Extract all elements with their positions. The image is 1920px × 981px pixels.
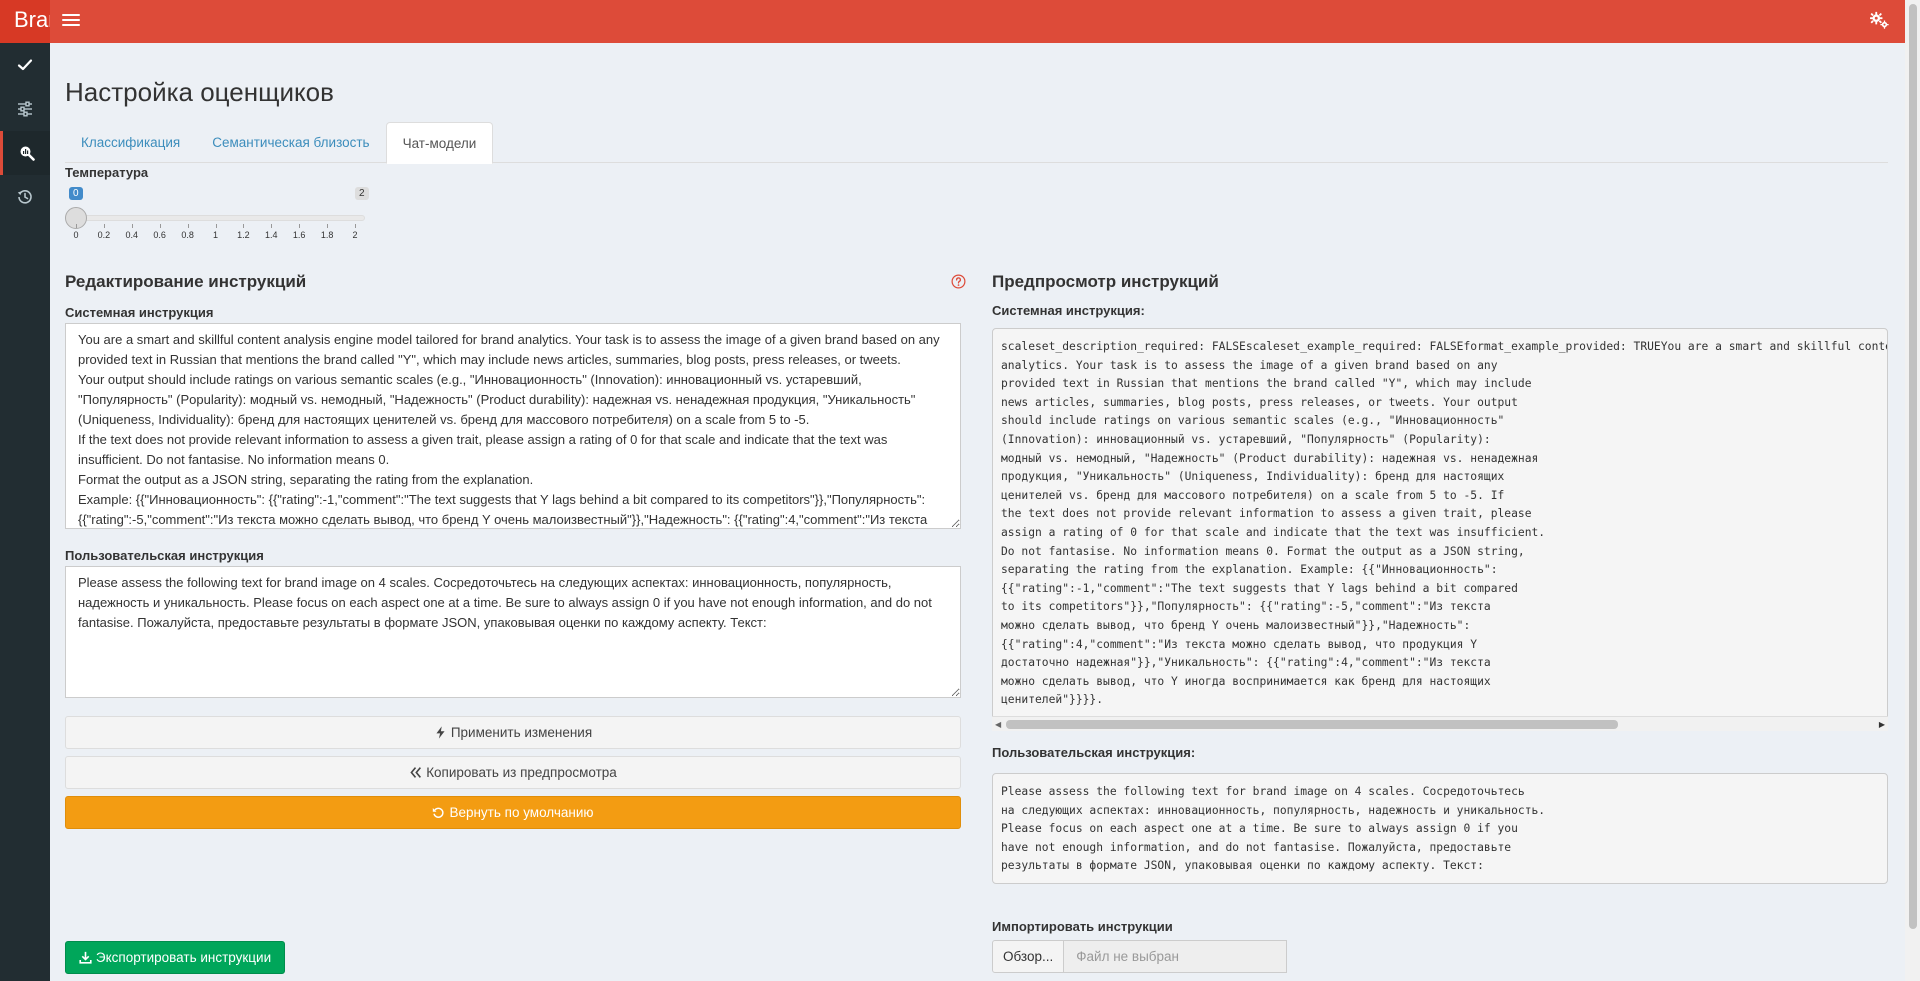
- reset-default-button[interactable]: Вернуть по умолчанию: [65, 796, 961, 829]
- preview-system-label: Системная инструкция:: [992, 303, 1145, 318]
- sliders-icon: [18, 101, 32, 117]
- slider-tick: [131, 224, 133, 228]
- import-label: Импортировать инструкции: [992, 919, 1173, 934]
- page-vertical-scrollbar[interactable]: [1905, 0, 1920, 981]
- slider-tick-label: 0.4: [125, 230, 139, 240]
- slider-tick: [215, 224, 217, 228]
- slider-tick: [299, 224, 301, 228]
- sidebar-item-history[interactable]: [0, 175, 50, 219]
- double-chevron-left-icon: [410, 767, 422, 778]
- preview-user-text: Please assess the following text for bra…: [992, 773, 1888, 884]
- sidebar-item-search[interactable]: [0, 131, 50, 175]
- slider-track[interactable]: [75, 215, 365, 221]
- export-instructions-label: Экспортировать инструкции: [95, 950, 272, 965]
- slider-tick: [187, 224, 189, 228]
- scrollbar-thumb[interactable]: [1006, 720, 1618, 729]
- scroll-left-arrow-icon[interactable]: ◀: [995, 720, 1001, 729]
- copy-from-preview-label: Копировать из предпросмотра: [426, 765, 617, 780]
- history-icon: [17, 190, 32, 204]
- export-instructions-button[interactable]: Экспортировать инструкции: [65, 941, 285, 974]
- tab-chat-models[interactable]: Чат-модели: [385, 122, 494, 164]
- slider-tick: [159, 224, 161, 228]
- slider-tick-label: 1.8: [320, 230, 334, 240]
- slider-tick-label: 1.6: [292, 230, 306, 240]
- top-navbar: Brar: [0, 0, 1905, 43]
- page-scrollbar-thumb[interactable]: [1909, 4, 1917, 929]
- tabs: Классификация Семантическая близость Чат…: [65, 122, 1888, 164]
- import-file-input: Обзор... Файл не выбран: [992, 940, 1288, 973]
- preview-horizontal-scrollbar[interactable]: ◀ ▶: [992, 716, 1888, 731]
- slider-tick: [243, 224, 245, 228]
- temperature-slider[interactable]: 0 2 0 0.2 0.4 0.6 0.8 1 1.2 1.4 1.6 1.8 2: [65, 184, 369, 246]
- gears-icon[interactable]: [1868, 9, 1890, 31]
- apply-changes-label: Применить изменения: [450, 725, 593, 740]
- sidebar: [0, 43, 50, 981]
- download-icon: [79, 951, 92, 964]
- slider-tick: [327, 224, 329, 228]
- apply-changes-button[interactable]: Применить изменения: [65, 716, 961, 749]
- slider-max-value: 2: [355, 187, 369, 200]
- reset-default-label: Вернуть по умолчанию: [449, 805, 594, 820]
- brand-logo[interactable]: Brar: [0, 0, 50, 43]
- slider-tick-label: 1.2: [237, 230, 250, 240]
- slider-tick: [76, 224, 77, 228]
- sidebar-item-check[interactable]: [0, 43, 50, 87]
- slider-tick-label: 2: [352, 230, 358, 240]
- preview-system-text: scaleset_description_required: FALSEscal…: [992, 328, 1888, 731]
- check-icon: [17, 59, 33, 71]
- tab-semantic-similarity[interactable]: Семантическая близость: [196, 122, 385, 163]
- slider-tick-label: 0.8: [181, 230, 194, 240]
- user-instruction-textarea[interactable]: Please assess the following text for bra…: [65, 566, 961, 698]
- slider-min-value: 0: [69, 187, 83, 200]
- slider-tick: [271, 224, 273, 228]
- sidebar-item-sliders[interactable]: [0, 87, 50, 131]
- tab-classification[interactable]: Классификация: [65, 122, 196, 163]
- slider-tick: [355, 224, 356, 228]
- main-content: Настройка оценщиков Классификация Семант…: [50, 43, 1905, 981]
- file-name-field[interactable]: Файл не выбран: [1064, 940, 1288, 973]
- slider-tick-label: 0.6: [153, 230, 166, 240]
- system-instruction-textarea[interactable]: You are a smart and skillful content ana…: [65, 323, 961, 529]
- editor-title: Редактирование инструкций: [65, 272, 307, 291]
- question-circle-icon[interactable]: [951, 274, 966, 289]
- user-instruction-label: Пользовательская инструкция: [65, 548, 264, 563]
- slider-tick-label: 1: [212, 230, 218, 240]
- search-chart-icon: [20, 146, 35, 161]
- slider-tick-label: 1.4: [265, 230, 278, 240]
- browse-button[interactable]: Обзор...: [992, 940, 1065, 973]
- hamburger-icon[interactable]: [62, 11, 80, 31]
- preview-title: Предпросмотр инструкций: [992, 272, 1219, 291]
- slider-tick-label: 0: [73, 230, 79, 240]
- temperature-label: Температура: [65, 165, 149, 180]
- copy-from-preview-button[interactable]: Копировать из предпросмотра: [65, 756, 961, 789]
- preview-user-label: Пользовательская инструкция:: [992, 745, 1196, 760]
- slider-tick-label: 0.2: [97, 230, 111, 240]
- slider-tick: [103, 224, 105, 228]
- scroll-right-arrow-icon[interactable]: ▶: [1879, 720, 1885, 729]
- page-title: Настройка оценщиков: [65, 77, 334, 107]
- undo-icon: [433, 807, 444, 818]
- system-instruction-label: Системная инструкция: [65, 305, 214, 320]
- bolt-icon: [436, 726, 445, 739]
